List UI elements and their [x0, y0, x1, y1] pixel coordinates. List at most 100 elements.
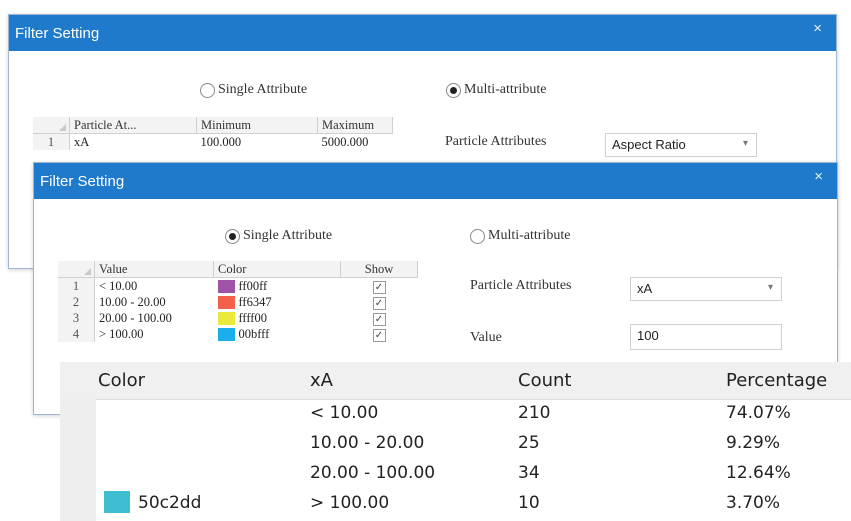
color-hex-text: ff6347 — [238, 294, 272, 309]
close-icon[interactable]: × — [813, 20, 822, 37]
particle-attributes-dropdown[interactable]: Aspect Ratio ▾ — [605, 133, 757, 157]
color-swatch — [217, 312, 235, 326]
show-checkbox[interactable]: ✓ — [372, 312, 386, 326]
cell-value[interactable]: > 100.00 — [95, 326, 214, 342]
table-corner — [58, 261, 95, 278]
table-row[interactable]: 20.00 - 100.00 34 12.64% — [60, 459, 851, 489]
cell-range: > 100.00 — [310, 493, 390, 513]
dropdown-value: xA — [637, 281, 653, 296]
table-row[interactable]: 3 20.00 - 100.00 ffff00 ✓ — [58, 310, 418, 326]
radio-label: Multi-attribute — [488, 228, 571, 243]
color-hex-text: ff00ff — [238, 278, 268, 293]
chevron-down-icon: ▾ — [742, 138, 748, 149]
results-header-row: Color xA Count Percentage — [60, 362, 851, 400]
show-checkbox[interactable]: ✓ — [372, 280, 386, 294]
dropdown-value: Aspect Ratio — [612, 137, 686, 152]
particle-attributes-dropdown[interactable]: xA ▾ — [630, 277, 782, 301]
cell-range: 20.00 - 100.00 — [310, 463, 436, 483]
column-header-minimum[interactable]: Minimum — [196, 117, 318, 134]
cell-color[interactable]: ff00ff — [214, 278, 341, 295]
color-hex-text: 00bfff — [238, 326, 270, 341]
row-number: 1 — [33, 133, 70, 150]
table-row[interactable]: 1 < 10.00 ff00ff ✓ — [58, 277, 418, 295]
radio-multi-attribute[interactable]: Multi-attribute — [470, 228, 570, 244]
row-number: 1 — [58, 277, 95, 294]
table-row[interactable]: < 10.00 210 74.07% — [60, 399, 851, 429]
color-swatch — [104, 491, 130, 513]
cell-show[interactable]: ✓ — [341, 326, 418, 342]
table-row[interactable]: 50c2dd > 100.00 10 3.70% — [60, 489, 851, 519]
column-header-value[interactable]: Value — [94, 261, 214, 278]
cell-show[interactable]: ✓ — [341, 294, 418, 310]
results-table: Color xA Count Percentage < 10.00 210 74… — [60, 362, 851, 521]
radio-circle-selected-icon — [446, 82, 461, 98]
column-header-percentage[interactable]: Percentage — [726, 370, 827, 391]
column-header-count[interactable]: Count — [518, 370, 571, 391]
dialog-titlebar: Filter Setting × — [34, 163, 837, 199]
cell-count: 210 — [518, 403, 551, 423]
particle-attributes-label: Particle Attributes — [470, 278, 572, 293]
radio-circle-icon — [470, 228, 485, 244]
radio-label: Single Attribute — [218, 82, 308, 97]
chevron-down-icon: ▾ — [767, 282, 773, 293]
radio-single-attribute[interactable]: Single Attribute — [200, 82, 307, 98]
value-label: Value — [470, 330, 502, 345]
value-input-text: 100 — [637, 328, 659, 343]
table-row[interactable]: 4 > 100.00 00bfff ✓ — [58, 326, 418, 342]
column-header-particle-attribute[interactable]: Particle At... — [69, 117, 197, 134]
cell-color[interactable]: 00bfff — [214, 326, 341, 342]
cell-color[interactable]: ffff00 — [214, 310, 341, 326]
column-header-maximum[interactable]: Maximum — [317, 117, 393, 134]
show-checkbox[interactable]: ✓ — [372, 296, 386, 310]
radio-circle-icon — [200, 82, 215, 98]
column-header-xa[interactable]: xA — [310, 370, 333, 391]
attribute-range-table: Particle At... Minimum Maximum 1 xA 100.… — [33, 117, 393, 150]
close-icon[interactable]: × — [814, 168, 823, 185]
cell-show[interactable]: ✓ — [341, 310, 418, 326]
cell-count: 10 — [518, 493, 540, 513]
table-row[interactable]: 10.00 - 20.00 25 9.29% — [60, 429, 851, 459]
show-checkbox[interactable]: ✓ — [372, 328, 386, 342]
cell-attribute[interactable]: xA — [70, 134, 197, 151]
cell-percentage: 9.29% — [726, 433, 781, 453]
table-row[interactable]: 2 10.00 - 20.00 ff6347 ✓ — [58, 294, 418, 310]
radio-label: Single Attribute — [243, 228, 333, 243]
cell-range: < 10.00 — [310, 403, 379, 423]
radio-circle-selected-icon — [225, 228, 240, 244]
radio-single-attribute[interactable]: Single Attribute — [225, 228, 332, 244]
row-number: 4 — [58, 326, 95, 342]
cell-percentage: 12.64% — [726, 463, 791, 483]
color-hex-text: ffff00 — [238, 310, 267, 325]
cell-value[interactable]: < 10.00 — [95, 278, 214, 295]
cell-count: 34 — [518, 463, 540, 483]
cell-color-text: 50c2dd — [138, 493, 202, 513]
radio-label: Multi-attribute — [464, 82, 547, 97]
color-swatch — [217, 296, 235, 310]
value-color-table: Value Color Show 1 < 10.00 ff00ff ✓ 2 10… — [58, 261, 418, 342]
table-row[interactable]: 1 xA 100.000 5000.000 — [33, 133, 393, 151]
cell-value[interactable]: 10.00 - 20.00 — [95, 294, 214, 310]
radio-multi-attribute[interactable]: Multi-attribute — [446, 82, 546, 98]
column-header-show[interactable]: Show — [340, 261, 418, 278]
cell-percentage: 74.07% — [726, 403, 791, 423]
cell-value[interactable]: 20.00 - 100.00 — [95, 310, 214, 326]
table-corner — [33, 117, 70, 134]
row-number: 3 — [58, 310, 95, 326]
dialog-title: Filter Setting — [40, 173, 125, 190]
cell-minimum[interactable]: 100.000 — [197, 134, 318, 151]
particle-attributes-label: Particle Attributes — [445, 134, 547, 149]
dialog-title: Filter Setting — [15, 25, 100, 42]
cell-maximum[interactable]: 5000.000 — [318, 134, 393, 151]
cell-show[interactable]: ✓ — [341, 278, 418, 295]
color-swatch — [217, 280, 235, 294]
color-swatch — [217, 328, 235, 342]
cell-percentage: 3.70% — [726, 493, 781, 513]
value-input[interactable]: 100 — [630, 324, 782, 350]
dialog-titlebar: Filter Setting × — [9, 15, 836, 51]
column-header-color[interactable]: Color — [98, 370, 145, 391]
row-number: 2 — [58, 294, 95, 310]
column-header-color[interactable]: Color — [213, 261, 341, 278]
cell-range: 10.00 - 20.00 — [310, 433, 425, 453]
cell-color[interactable]: ff6347 — [214, 294, 341, 310]
cell-count: 25 — [518, 433, 540, 453]
